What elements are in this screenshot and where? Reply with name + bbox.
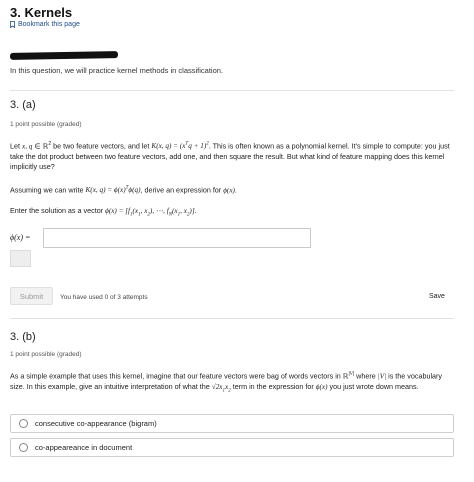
redacted-text xyxy=(9,51,119,60)
bookmark-label: Bookmark this page xyxy=(18,21,80,28)
option-bigram[interactable]: consecutive co-appearance (bigram) xyxy=(10,414,454,433)
math-preview-box xyxy=(10,250,31,267)
option-label: co-appeareance in document xyxy=(35,443,133,452)
intro-text: In this question, we will practice kerne… xyxy=(10,66,224,75)
radio-icon[interactable] xyxy=(19,419,28,428)
question-a-paragraph-3: Enter the solution as a vector ϕ(x) = [f… xyxy=(10,206,197,218)
question-a-points: 1 point possible (graded) xyxy=(10,121,82,128)
question-b-paragraph: As a simple example that uses this kerne… xyxy=(10,371,443,394)
bookmark-button[interactable]: Bookmark this page xyxy=(10,21,80,28)
submit-button[interactable]: Submit xyxy=(10,287,53,305)
question-a-paragraph-1: Let x, q ∈ ℝ2 be two feature vectors, an… xyxy=(10,141,450,172)
option-label: consecutive co-appearance (bigram) xyxy=(35,419,157,428)
page-title: 3. Kernels xyxy=(10,5,73,20)
save-button[interactable]: Save xyxy=(429,293,445,300)
option-document[interactable]: co-appeareance in document xyxy=(10,438,454,457)
answer-label: ϕ(x) = xyxy=(10,233,31,242)
divider xyxy=(10,318,454,319)
question-b-heading: 3. (b) xyxy=(10,331,36,343)
divider xyxy=(10,90,454,91)
answer-input[interactable] xyxy=(43,228,311,248)
radio-icon[interactable] xyxy=(19,443,28,452)
question-b-points: 1 point possible (graded) xyxy=(10,351,82,358)
attempts-text: You have used 0 of 3 attempts xyxy=(60,294,148,301)
bookmark-icon xyxy=(10,21,15,28)
question-a-heading: 3. (a) xyxy=(10,99,36,111)
question-a-paragraph-2: Assuming we can write K(x, q) = ϕ(x)Tϕ(q… xyxy=(10,185,237,195)
